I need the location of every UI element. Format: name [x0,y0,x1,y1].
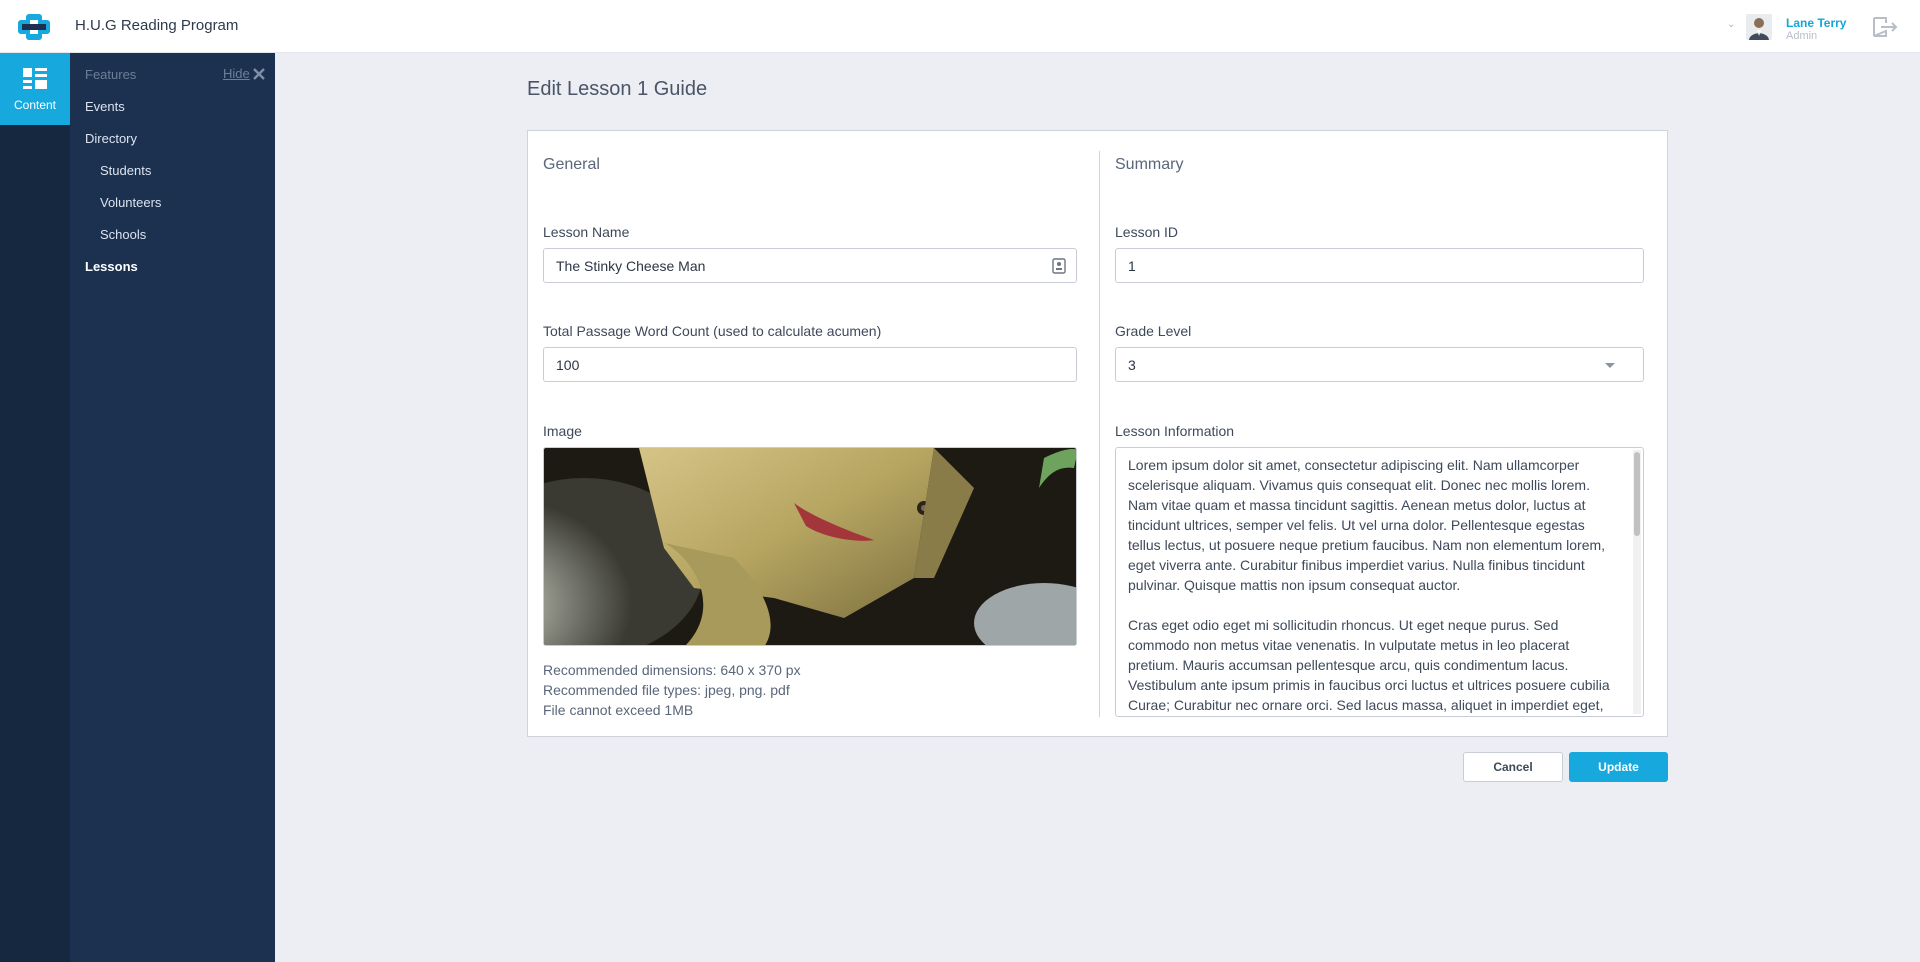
select-caret-icon [1605,363,1615,368]
lesson-id-input[interactable]: 1 [1115,248,1644,283]
top-bar: H.U.G Reading Program ⌄ Lane Terry Admin [0,0,1920,53]
app-logo-icon[interactable] [16,12,52,42]
word-count-value: 100 [556,356,580,373]
lesson-info-text: Lorem ipsum dolor sit amet, consectetur … [1128,455,1618,716]
content-grid-icon [23,68,47,89]
lesson-info-textarea[interactable]: Lorem ipsum dolor sit amet, consectetur … [1115,447,1644,717]
sidebar-item-students[interactable]: Students [100,163,151,178]
lesson-name-value: The Stinky Cheese Man [556,257,706,274]
hint-dimensions: Recommended dimensions: 640 x 370 px [543,662,801,678]
close-icon[interactable] [252,67,266,81]
lesson-name-label: Lesson Name [543,224,630,240]
sidebar-hide-link[interactable]: Hide [223,66,250,81]
page-title: Edit Lesson 1 Guide [527,78,708,100]
sidebar-item-volunteers[interactable]: Volunteers [100,195,161,210]
general-section-title: General [543,156,600,173]
lesson-id-value: 1 [1128,257,1136,274]
sidebar-item-directory[interactable]: Directory [85,131,137,146]
lesson-info-paragraph: Cras eget odio eget mi sollicitudin rhon… [1128,617,1610,713]
sidebar-item-schools[interactable]: Schools [100,227,146,242]
hint-file-size: File cannot exceed 1MB [543,702,694,718]
user-name[interactable]: Lane Terry [1786,16,1846,30]
sidebar-item-lessons[interactable]: Lessons [85,259,138,274]
grade-level-value: 3 [1128,356,1136,373]
word-count-input[interactable]: 100 [543,347,1077,382]
image-label: Image [543,423,582,439]
hint-file-types: Recommended file types: jpeg, png. pdf [543,682,790,698]
rail-item-content[interactable]: Content [0,53,70,125]
lesson-id-label: Lesson ID [1115,224,1179,240]
word-count-label: Total Passage Word Count (used to calcul… [543,323,882,339]
features-sidebar: Features Hide Events Directory Students … [70,53,275,962]
sidebar-item-events[interactable]: Events [85,99,125,114]
summary-section-title: Summary [1115,156,1184,173]
logout-icon[interactable] [1872,16,1898,38]
grade-level-select[interactable]: 3 [1115,347,1644,382]
grade-level-label: Grade Level [1115,323,1192,339]
lesson-form-card: General Lesson Name The Stinky Cheese Ma… [527,130,1668,737]
avatar[interactable] [1746,14,1772,40]
user-role: Admin [1786,30,1818,42]
sidebar-header: Features [85,67,137,82]
scrollbar-thumb[interactable] [1634,452,1640,536]
lesson-image[interactable] [543,447,1077,646]
lesson-name-input[interactable]: The Stinky Cheese Man [543,248,1077,283]
rail-label-content: Content [13,98,57,112]
update-button[interactable]: Update [1569,752,1668,782]
lesson-info-label: Lesson Information [1115,423,1235,439]
contact-card-icon [1052,258,1066,274]
lesson-info-paragraph: Lorem ipsum dolor sit amet, consectetur … [1128,457,1606,593]
column-divider [1099,151,1100,717]
chevron-down-icon[interactable]: ⌄ [1727,19,1735,30]
cancel-button[interactable]: Cancel [1463,752,1563,782]
icon-rail: Content [0,53,70,962]
lesson-info-scrollbar[interactable] [1633,450,1641,714]
app-title: H.U.G Reading Program [75,17,239,34]
